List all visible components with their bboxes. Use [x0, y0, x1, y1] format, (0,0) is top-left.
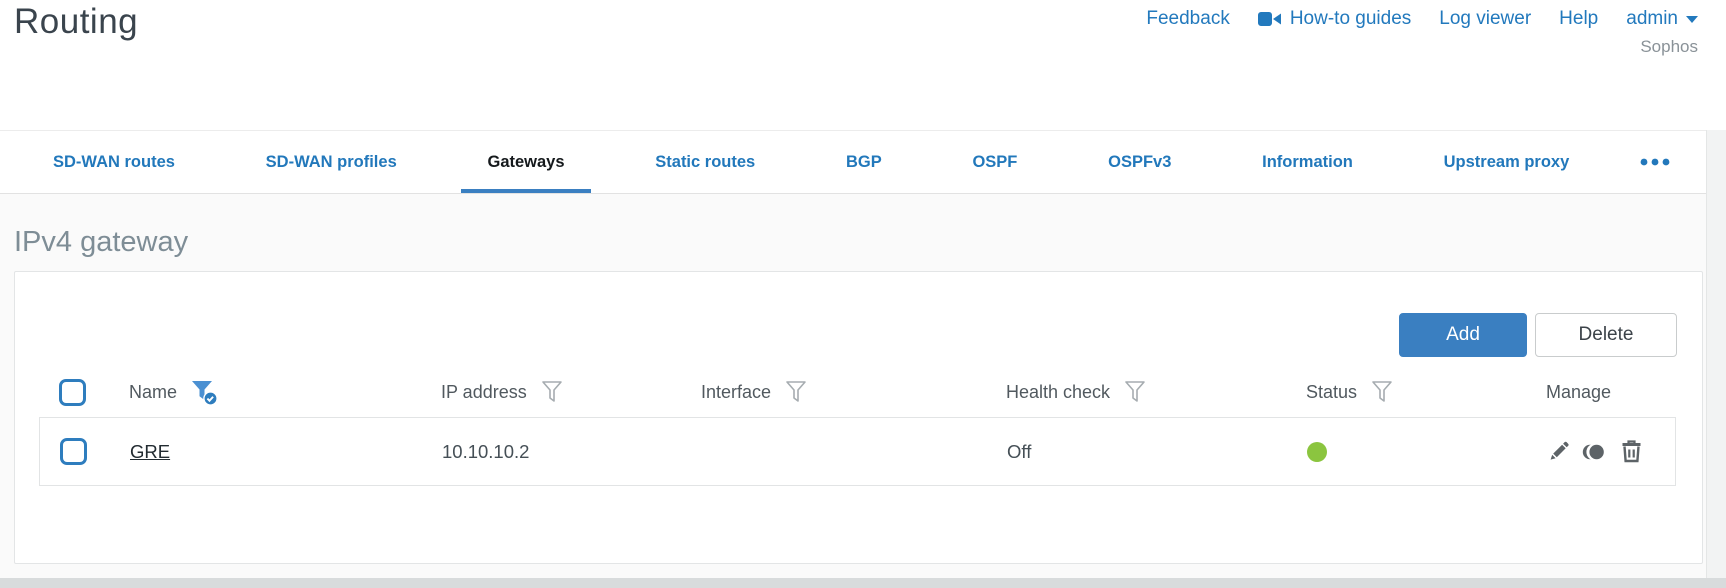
tab-upstream-proxy[interactable]: Upstream proxy: [1418, 131, 1596, 193]
gateway-name-link[interactable]: GRE: [130, 441, 170, 462]
column-header-name: Name: [129, 381, 178, 402]
tab-bar: SD-WAN routes SD-WAN profiles Gateways S…: [0, 130, 1706, 194]
gateway-table: Name IP address Interface Health check S…: [39, 367, 1676, 486]
section-heading: IPv4 gateway: [14, 226, 189, 258]
more-tabs-button[interactable]: [1634, 131, 1676, 193]
how-to-guides-link-label: How-to guides: [1289, 8, 1412, 29]
select-all-checkbox[interactable]: [59, 378, 86, 406]
content-area: IPv4 gateway Add Delete Name IP address …: [0, 194, 1706, 578]
feedback-link[interactable]: Feedback: [1146, 8, 1229, 30]
admin-menu-label: admin: [1626, 8, 1678, 29]
edit-icon[interactable]: [1547, 439, 1572, 464]
card-toolbar: Add Delete: [15, 313, 1677, 357]
tab-bgp[interactable]: BGP: [820, 131, 908, 193]
feedback-link-label: Feedback: [1146, 8, 1230, 29]
brand-name: Sophos: [1640, 37, 1698, 56]
column-header-ip-address: IP address: [441, 381, 527, 402]
filter-icon[interactable]: [1371, 380, 1393, 404]
log-viewer-link-label: Log viewer: [1439, 8, 1532, 29]
admin-menu[interactable]: admin: [1626, 8, 1698, 30]
column-header-health-check: Health check: [1006, 381, 1111, 402]
column-header-interface: Interface: [701, 381, 772, 402]
row-checkbox[interactable]: [60, 438, 87, 465]
caret-down-icon: [1686, 15, 1698, 23]
column-header-status: Status: [1306, 381, 1358, 402]
help-link-label: Help: [1559, 8, 1599, 29]
help-link[interactable]: Help: [1559, 8, 1598, 30]
tab-gateways[interactable]: Gateways: [461, 131, 591, 193]
delete-icon[interactable]: [1620, 439, 1643, 464]
gateway-health-check: Off: [1007, 440, 1032, 462]
header-links: Feedback How-to guides Log viewer Help a…: [1146, 8, 1698, 30]
filter-icon[interactable]: [785, 380, 807, 404]
table-rows: GRE 10.10.10.2 Off: [39, 417, 1676, 486]
column-header-manage: Manage: [1546, 381, 1612, 402]
video-camera-icon: [1257, 11, 1282, 27]
page-bottom-divider: [0, 578, 1726, 588]
table-header-row: Name IP address Interface Health check S…: [39, 367, 1676, 417]
filter-icon[interactable]: [541, 380, 563, 404]
header-right: Feedback How-to guides Log viewer Help a…: [1146, 8, 1698, 57]
log-viewer-link[interactable]: Log viewer: [1439, 8, 1531, 30]
filter-icon[interactable]: [1124, 380, 1146, 404]
filter-active-icon[interactable]: [191, 379, 218, 406]
how-to-guides-link[interactable]: How-to guides: [1257, 8, 1412, 30]
tab-ospfv3[interactable]: OSPFv3: [1082, 131, 1197, 193]
page-right-gutter: [1706, 130, 1726, 578]
add-button[interactable]: Add: [1399, 313, 1527, 357]
clone-icon[interactable]: [1581, 441, 1611, 463]
tab-information[interactable]: Information: [1236, 131, 1379, 193]
top-header: Routing Feedback How-to guides Log viewe…: [0, 0, 1726, 130]
tab-sd-wan-profiles[interactable]: SD-WAN profiles: [240, 131, 423, 193]
delete-button[interactable]: Delete: [1535, 313, 1677, 357]
tab-static-routes[interactable]: Static routes: [629, 131, 781, 193]
tab-sd-wan-routes[interactable]: SD-WAN routes: [27, 131, 201, 193]
status-indicator: [1307, 441, 1327, 462]
tab-ospf[interactable]: OSPF: [946, 131, 1043, 193]
table-row: GRE 10.10.10.2 Off: [40, 418, 1675, 485]
ellipsis-icon: [1640, 158, 1670, 166]
gateway-ip-address: 10.10.10.2: [442, 440, 530, 462]
gateway-card: Add Delete Name IP address Interface Hea…: [14, 271, 1703, 564]
page-title: Routing: [14, 2, 139, 41]
